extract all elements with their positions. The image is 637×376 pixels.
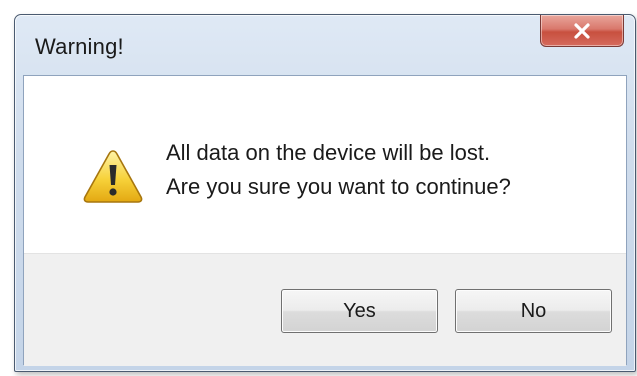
title-bar[interactable]: Warning! — [15, 15, 635, 75]
yes-button[interactable]: Yes — [281, 289, 438, 333]
message-line-2: Are you sure you want to continue? — [166, 174, 511, 199]
message-area: All data on the device will be lost. Are… — [24, 76, 626, 253]
warning-dialog-window: Warning! All data on the device will be … — [14, 14, 636, 372]
close-button[interactable] — [540, 15, 624, 47]
no-button[interactable]: No — [455, 289, 612, 333]
close-x-icon — [574, 22, 590, 39]
dialog-message: All data on the device will be lost. Are… — [166, 136, 511, 204]
message-line-1: All data on the device will be lost. — [166, 140, 491, 165]
button-strip: Yes No — [24, 253, 626, 366]
warning-triangle-icon — [83, 150, 143, 203]
window-title: Warning! — [35, 34, 124, 59]
dialog-client-area: All data on the device will be lost. Are… — [23, 75, 627, 366]
